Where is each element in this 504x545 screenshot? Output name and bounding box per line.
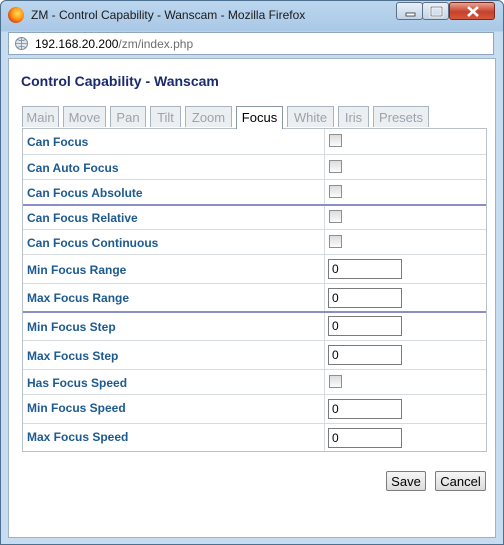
has-focus-speed-checkbox[interactable] [329,375,342,388]
can-focus-checkbox[interactable] [329,134,342,147]
table-row: Can Focus Relative [23,204,486,229]
table-row: Min Focus Speed [23,394,486,423]
minimize-button[interactable] [396,2,423,20]
can-focus-relative-checkbox[interactable] [329,210,342,223]
can-auto-focus-checkbox[interactable] [329,160,342,173]
field-label: Can Auto Focus [27,161,119,175]
window-title: ZM - Control Capability - Wanscam - Mozi… [31,8,306,22]
field-label: Min Focus Range [27,263,127,277]
field-label: Min Focus Step [27,320,116,334]
min-focus-speed-input[interactable] [328,399,402,419]
min-focus-range-input[interactable] [328,259,402,279]
field-label: Can Focus Continuous [27,236,159,250]
close-button[interactable] [449,2,495,20]
table-row: Can Focus Continuous [23,229,486,254]
page-content: Control Capability - Wanscam Main Move P… [8,58,496,538]
tab-presets[interactable]: Presets [373,106,429,127]
field-label: Max Focus Step [27,349,119,363]
table-row: Max Focus Step [23,340,486,369]
field-label: Max Focus Range [27,291,130,305]
address-bar[interactable]: 192.168.20.200/zm/index.php [8,32,494,55]
max-focus-step-input[interactable] [328,345,402,365]
max-focus-speed-input[interactable] [328,428,402,448]
tab-main[interactable]: Main [22,106,59,127]
min-focus-step-input[interactable] [328,316,402,336]
maximize-button[interactable] [422,2,449,20]
table-row: Min Focus Range [23,254,486,283]
tab-zoom[interactable]: Zoom [185,106,232,127]
url-path: /zm/index.php [118,37,194,51]
table-row: Min Focus Step [23,311,486,340]
tab-tilt[interactable]: Tilt [150,106,181,127]
field-label: Can Focus Absolute [27,186,143,200]
cancel-button[interactable]: Cancel [435,471,486,491]
tab-move[interactable]: Move [63,106,106,127]
tab-pan[interactable]: Pan [110,106,146,127]
page-title: Control Capability - Wanscam [21,73,219,89]
field-label: Has Focus Speed [27,376,128,390]
url-text: 192.168.20.200/zm/index.php [35,37,193,51]
minimize-icon [405,12,416,17]
table-row: Can Focus Absolute [23,179,486,204]
field-label: Can Focus [27,135,89,149]
tab-iris[interactable]: Iris [338,106,369,127]
table-row: Max Focus Range [23,283,486,311]
can-focus-continuous-checkbox[interactable] [329,235,342,248]
table-row: Can Auto Focus [23,154,486,179]
maximize-icon [429,5,444,18]
firefox-icon [8,7,24,23]
can-focus-absolute-checkbox[interactable] [329,185,342,198]
table-row: Has Focus Speed [23,369,486,394]
tab-white[interactable]: White [287,106,334,127]
field-label: Can Focus Relative [27,211,138,225]
close-icon [467,6,479,17]
field-label: Min Focus Speed [27,401,126,415]
table-row: Max Focus Speed [23,423,486,451]
save-button[interactable]: Save [386,471,426,491]
url-host: 192.168.20.200 [35,37,119,51]
max-focus-range-input[interactable] [328,288,402,308]
globe-icon [15,37,28,50]
browser-window: ZM - Control Capability - Wanscam - Mozi… [0,0,504,545]
focus-settings-table: Can Focus Can Auto Focus Can Focus Absol… [22,128,487,452]
table-row: Can Focus [23,129,486,154]
title-bar: ZM - Control Capability - Wanscam - Mozi… [1,1,503,31]
tab-focus[interactable]: Focus [236,106,283,129]
field-label: Max Focus Speed [27,430,129,444]
